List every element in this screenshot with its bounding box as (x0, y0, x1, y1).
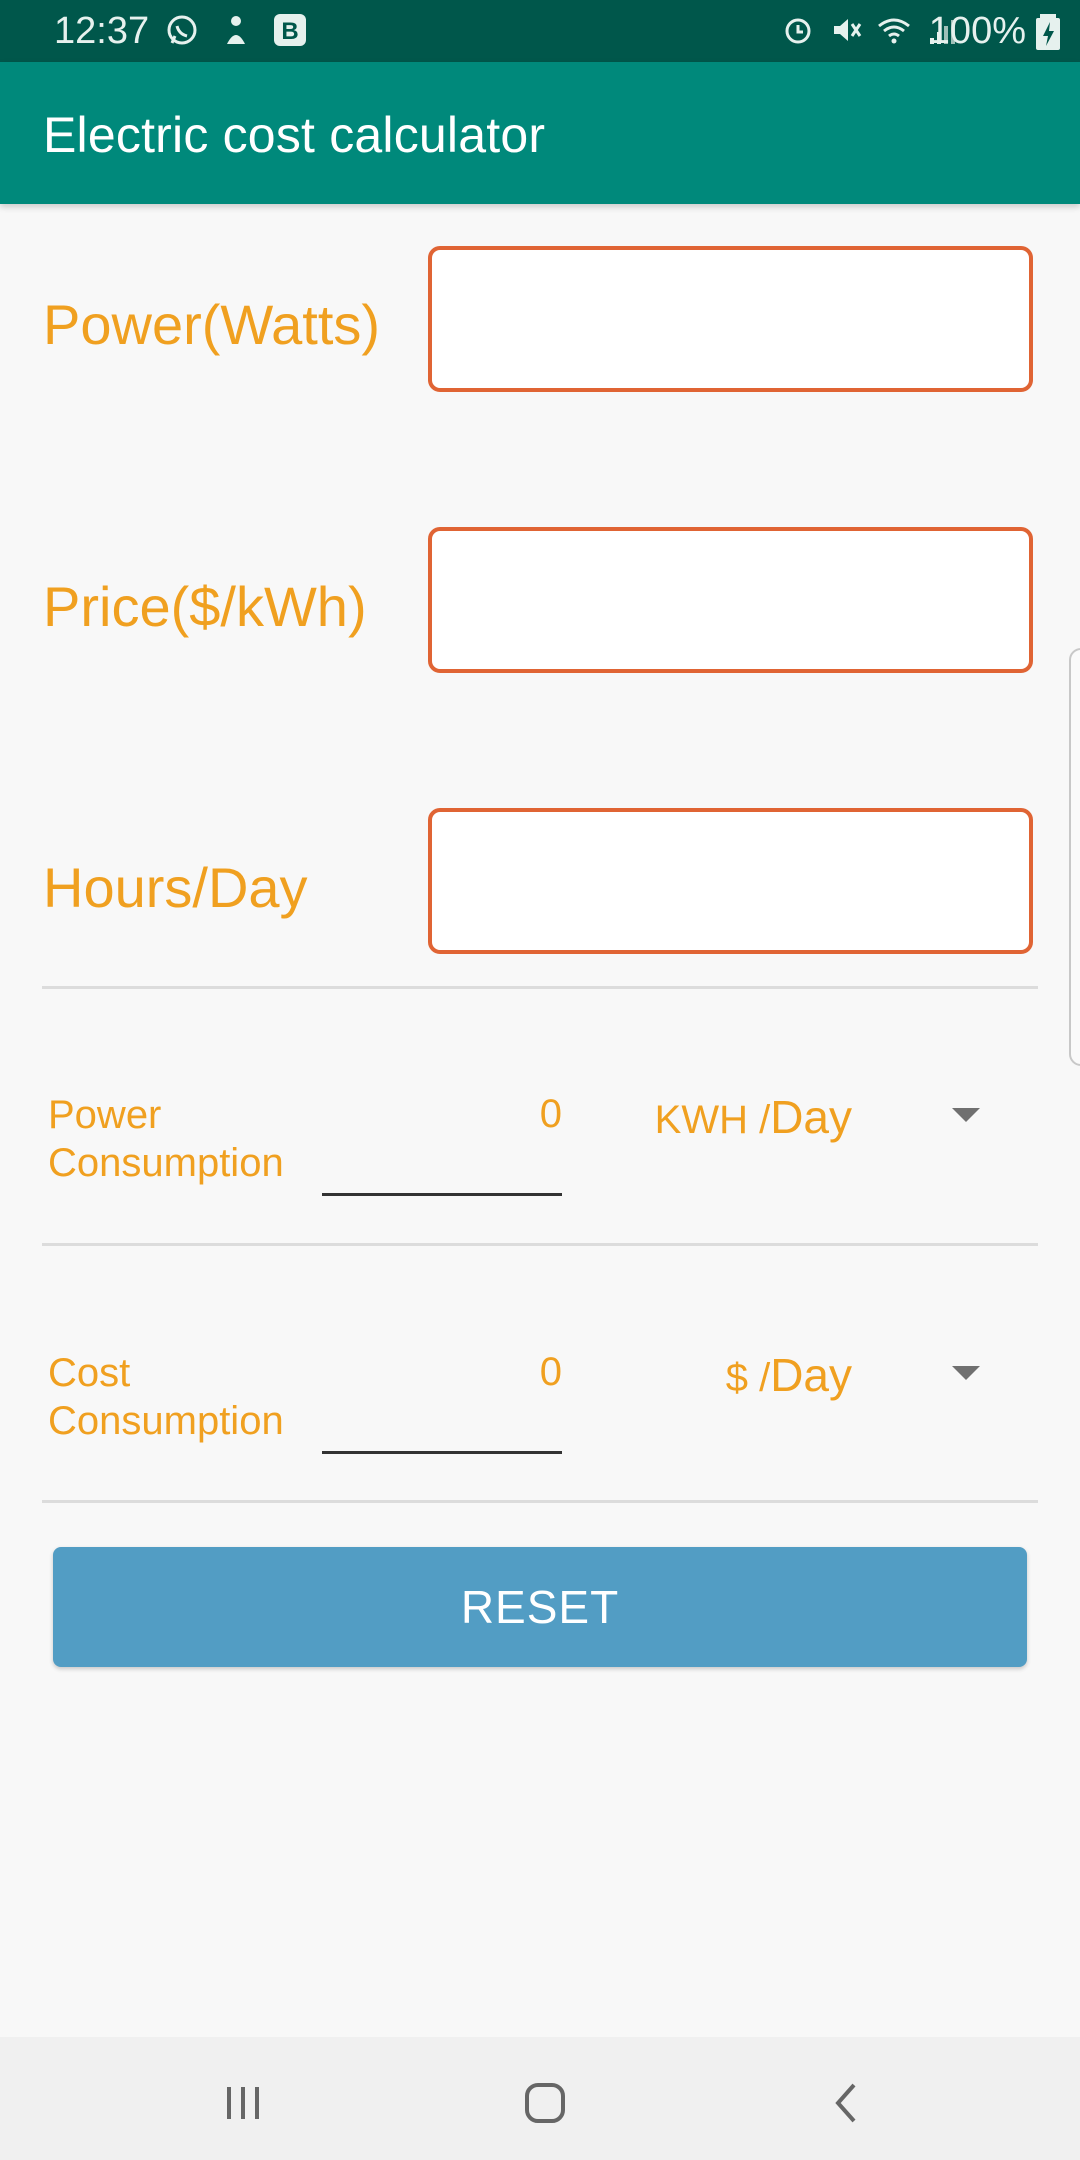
home-icon[interactable] (515, 2073, 575, 2133)
power-unit-text: KWH /Day (655, 1090, 852, 1144)
power-consumption-label-line1: Power (48, 1093, 162, 1137)
power-consumption-underline (322, 1193, 562, 1196)
status-left-icons: B (164, 12, 308, 48)
alarm-icon (780, 12, 816, 48)
navigation-bar (0, 2037, 1080, 2160)
whatsapp-icon (164, 12, 200, 48)
dropdown-arrow-icon[interactable] (952, 1366, 980, 1380)
hours-label: Hours/Day (43, 856, 308, 919)
back-icon[interactable] (818, 2073, 878, 2133)
cost-consumption-value: 0 (539, 1350, 562, 1394)
battery-percentage: 100% (928, 10, 1026, 52)
cost-consumption-label: Cost Consumption (48, 1349, 328, 1445)
mute-icon (828, 12, 864, 48)
notification-person-icon (218, 12, 254, 48)
app-title: Electric cost calculator (43, 107, 546, 163)
hours-input[interactable] (432, 812, 1029, 950)
dropdown-arrow-icon[interactable] (952, 1108, 980, 1122)
power-input-box[interactable] (428, 246, 1033, 392)
price-input[interactable] (432, 531, 1029, 669)
cost-unit-period: Day (770, 1349, 852, 1401)
power-unit-spinner[interactable]: KWH /Day (630, 1086, 1000, 1156)
cost-unit-prefix: $ / (725, 1356, 771, 1400)
power-consumption-label: Power Consumption (48, 1091, 328, 1187)
cost-unit-text: $ /Day (726, 1348, 852, 1402)
svg-text:B: B (281, 18, 298, 45)
app-bar: Electric cost calculator (0, 62, 1080, 204)
reset-button[interactable]: RESET (53, 1547, 1027, 1667)
hours-input-box[interactable] (428, 808, 1033, 954)
power-unit-period: Day (770, 1091, 852, 1143)
power-consumption-label-line2: Consumption (48, 1141, 284, 1185)
divider (42, 1500, 1038, 1503)
cost-consumption-underline (322, 1451, 562, 1454)
power-unit-prefix: KWH / (654, 1098, 771, 1142)
status-time: 12:37 (54, 10, 150, 52)
cost-consumption-label-line2: Consumption (48, 1399, 284, 1443)
wifi-icon (876, 12, 912, 48)
cost-consumption-label-line1: Cost (48, 1351, 131, 1395)
power-consumption-value: 0 (539, 1092, 562, 1136)
divider (42, 986, 1038, 989)
cost-unit-spinner[interactable]: $ /Day (630, 1344, 1000, 1414)
battery-charging-icon (1036, 14, 1060, 50)
price-label: Price($/kWh) (43, 575, 367, 638)
power-input[interactable] (432, 250, 1029, 388)
power-label: Power(Watts) (43, 293, 381, 356)
scroll-indicator[interactable] (1069, 648, 1080, 1066)
recent-apps-icon[interactable] (213, 2073, 273, 2133)
b-app-icon: B (272, 12, 308, 48)
status-bar: 12:37 B 100% (0, 0, 1080, 62)
divider (42, 1243, 1038, 1246)
price-input-box[interactable] (428, 527, 1033, 673)
